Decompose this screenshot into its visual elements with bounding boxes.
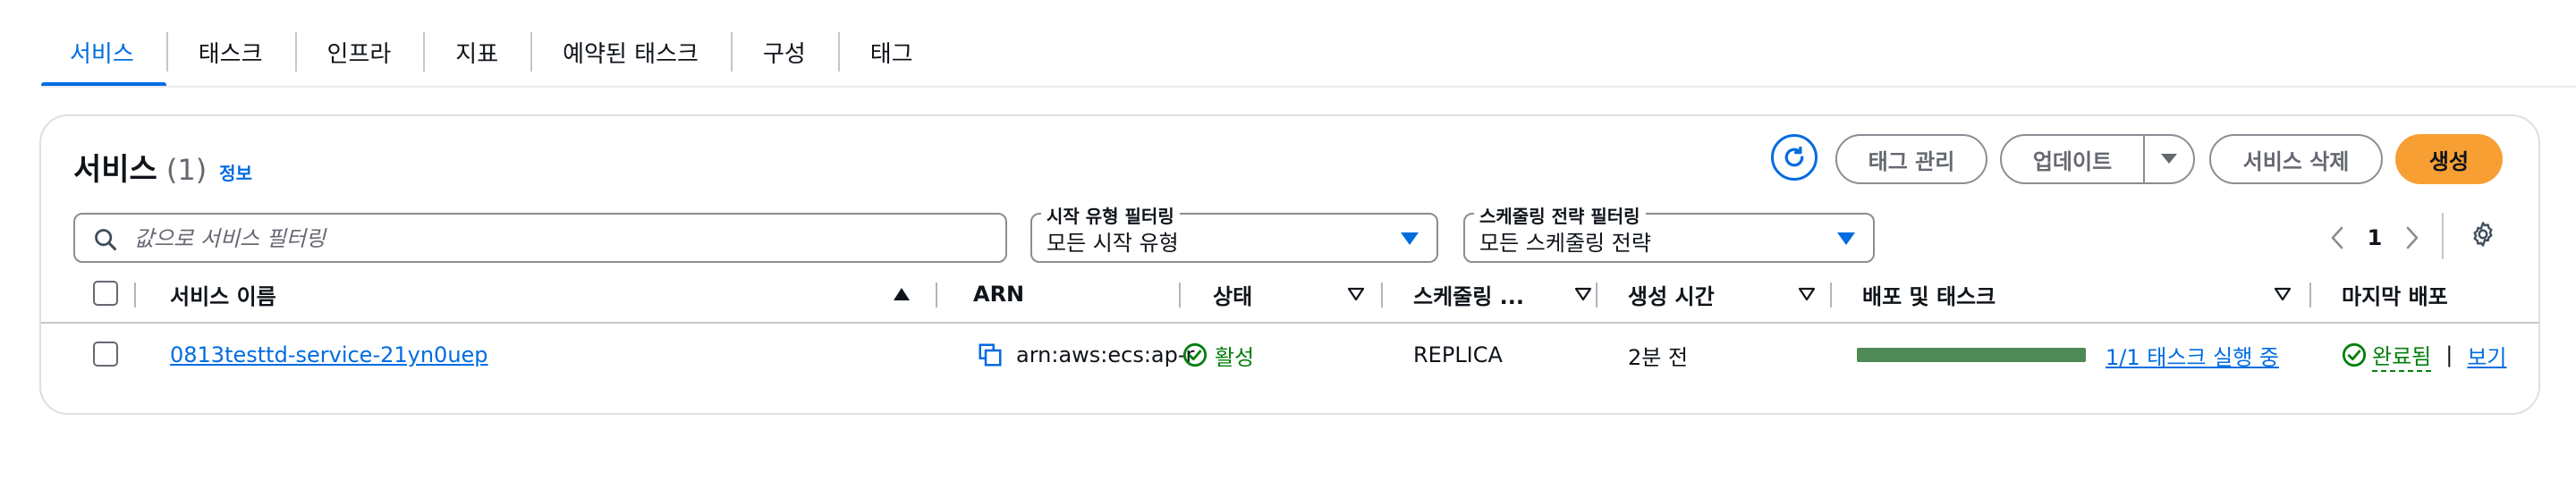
column-header-status[interactable]: 상태 (1213, 266, 1365, 322)
column-divider (2309, 283, 2311, 308)
select-all-checkbox[interactable] (93, 281, 118, 306)
column-divider (1596, 283, 1597, 308)
arn-cell: arn:aws:ecs:ap-r (977, 324, 1194, 386)
scheduling-strategy-label: 스케줄링 전략 필터링 (1474, 202, 1646, 228)
dropdown-triangle-icon (1401, 232, 1419, 245)
check-circle-icon (2342, 342, 2367, 367)
copy-icon[interactable] (977, 342, 1004, 368)
table-row: 0813testtd-service-21yn0uep arn:aws:ecs:… (41, 324, 2538, 386)
status-cell: 활성 (1182, 324, 1254, 386)
tab-infrastructure[interactable]: 인프라 (294, 18, 424, 86)
tab-metrics[interactable]: 지표 (423, 18, 530, 86)
launch-type-value: 모든 시작 유형 (1046, 231, 1179, 256)
sort-icon (2274, 287, 2292, 301)
column-header-created[interactable]: 생성 시간 (1628, 266, 1816, 322)
page-title: 서비스 (73, 152, 157, 188)
view-link[interactable]: 보기 (2467, 340, 2506, 371)
column-label: 배포 및 태스크 (1862, 283, 1996, 309)
check-circle-icon (1182, 342, 1208, 367)
deployment-cell: 1/1 태스크 실행 중 (1857, 324, 2279, 386)
table-header: 서비스 이름 ARN 상태 스케줄링 ... 생성 시간 배포 및 태스크 마지… (41, 266, 2538, 324)
scheduling-strategy-value: 모든 스케줄링 전략 (1479, 231, 1651, 256)
dropdown-triangle-icon (1837, 232, 1855, 245)
launch-type-select[interactable]: 시작 유형 필터링 모든 시작 유형 (1030, 202, 1438, 263)
previous-page-button[interactable] (2322, 226, 2352, 249)
row-checkbox[interactable] (93, 342, 118, 367)
table-settings-button[interactable] (2469, 220, 2497, 252)
sort-icon (1574, 287, 1592, 301)
services-panel: 서비스 (1) 정보 태그 관리 업데이트 서비스 삭제 생성 시작 유형 필터… (39, 114, 2540, 415)
refresh-icon (1784, 146, 1804, 167)
tab-scheduled-tasks[interactable]: 예약된 태스크 (530, 18, 731, 86)
tab-tasks[interactable]: 태스크 (165, 18, 295, 86)
service-name[interactable]: 0813testtd-service-21yn0uep (170, 342, 488, 367)
column-header-deployment-tasks[interactable]: 배포 및 태스크 (1862, 266, 2292, 322)
service-count: (1) (165, 153, 208, 187)
delete-service-button[interactable]: 서비스 삭제 (2209, 134, 2383, 184)
launch-type-label: 시작 유형 필터링 (1041, 202, 1180, 228)
tasks-progress-bar (1857, 348, 2086, 362)
deployment-status[interactable]: 완료됨 (2372, 339, 2432, 372)
column-label: ARN (973, 282, 1025, 307)
update-button[interactable]: 업데이트 (2002, 136, 2145, 182)
service-name-link[interactable]: 0813testtd-service-21yn0uep (170, 324, 488, 386)
arn-value: arn:aws:ecs:ap-r (1016, 342, 1195, 367)
column-divider (1381, 283, 1383, 308)
chevron-left-icon (2331, 226, 2343, 249)
column-divider (1179, 283, 1181, 308)
next-page-button[interactable] (2397, 226, 2428, 249)
pagination-divider (2442, 213, 2444, 259)
column-header-service-name[interactable]: 서비스 이름 (170, 266, 912, 322)
column-header-last-deployment[interactable]: 마지막 배포 (2342, 266, 2574, 322)
column-divider (936, 283, 937, 308)
tab-tags[interactable]: 태그 (837, 18, 945, 86)
sort-ascending-icon (894, 288, 910, 300)
pagination: 1 (2322, 216, 2428, 259)
tab-divider (41, 86, 2576, 88)
current-page[interactable]: 1 (2352, 225, 2397, 250)
column-label: 스케줄링 ... (1413, 283, 1525, 309)
status-text: 활성 (1215, 344, 1255, 370)
search-input[interactable] (132, 215, 995, 263)
chevron-right-icon (2406, 226, 2419, 249)
separator: | (2445, 342, 2453, 367)
column-divider (134, 283, 136, 308)
column-header-scheduling-strategy[interactable]: 스케줄링 ... (1413, 266, 1592, 322)
column-label: 상태 (1213, 283, 1253, 309)
running-tasks-link[interactable]: 1/1 태스크 실행 중 (2106, 340, 2279, 371)
scheduling-cell: REPLICA (1413, 342, 1503, 367)
created-cell: 2분 전 (1628, 344, 1689, 370)
tab-configuration[interactable]: 구성 (730, 18, 838, 86)
search-box (73, 213, 1007, 263)
scheduling-strategy-select[interactable]: 스케줄링 전략 필터링 모든 스케줄링 전략 (1463, 202, 1875, 263)
info-link[interactable]: 정보 (219, 159, 252, 185)
column-label: 서비스 이름 (170, 283, 276, 309)
column-divider (1830, 283, 1832, 308)
tab-services[interactable]: 서비스 (41, 18, 166, 88)
column-header-arn[interactable]: ARN (973, 266, 1152, 322)
create-button[interactable]: 생성 (2395, 134, 2503, 184)
manage-tags-button[interactable]: 태그 관리 (1835, 134, 1987, 184)
sort-icon (1798, 287, 1816, 301)
last-deployment-cell: 완료됨 | 보기 (2342, 324, 2507, 386)
search-icon (95, 229, 117, 251)
panel-header: 서비스 (1) 정보 (73, 145, 252, 189)
refresh-button[interactable] (1771, 134, 1818, 181)
tab-bar: 서비스 태스크 인프라 지표 예약된 태스크 구성 태그 (41, 18, 945, 88)
sort-icon (1347, 287, 1365, 301)
caret-down-icon (2161, 154, 2177, 164)
update-split-button: 업데이트 (2000, 134, 2195, 184)
column-label: 마지막 배포 (2342, 283, 2448, 309)
update-dropdown-button[interactable] (2145, 136, 2193, 182)
column-label: 생성 시간 (1628, 283, 1715, 309)
gear-icon (2473, 222, 2493, 247)
